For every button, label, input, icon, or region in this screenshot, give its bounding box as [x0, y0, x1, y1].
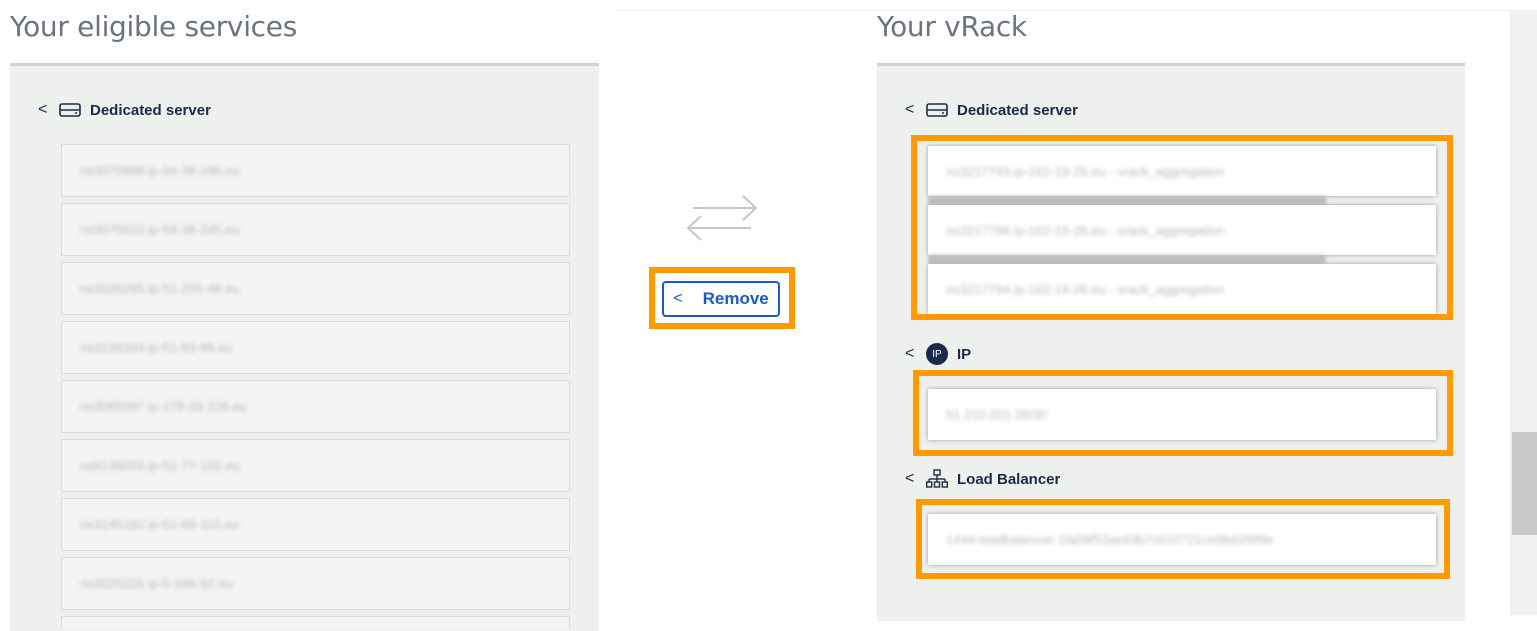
eligible-services-title: Your eligible services [10, 10, 297, 43]
list-item[interactable]: ns3065097.ip-178-33-226.eu [61, 380, 570, 433]
remove-button-label: Remove [702, 289, 769, 308]
group-label: IP [957, 345, 972, 363]
list-item-label: ns3026265.ip-51-255-48.eu [80, 281, 240, 296]
chevron-left-icon[interactable]: < [38, 101, 54, 119]
highlight-load-balancer [916, 499, 1450, 579]
transfer-arrows-icon [683, 188, 763, 248]
group-header-load-balancer[interactable]: < Load Balancer [905, 469, 1061, 488]
list-item-label: ns3145182.ip-51-68-115.eu [80, 517, 239, 532]
highlight-dedicated-servers [911, 135, 1453, 320]
chevron-left-icon[interactable]: < [905, 470, 921, 488]
list-item-label: ns3070868.ip-54-38-246.eu [80, 163, 240, 178]
chevron-left-icon: < [673, 290, 683, 307]
list-item[interactable]: ns3145182.ip-51-68-115.eu [61, 498, 570, 551]
list-item-label: ns3070022.ip-54-38-245.eu [80, 222, 240, 237]
list-item-label: ns3025226.ip-5-196-92.eu [80, 576, 233, 591]
scrollbar-thumb[interactable] [1512, 432, 1537, 535]
chevron-left-icon[interactable]: < [905, 101, 921, 119]
group-label: Dedicated server [90, 101, 211, 119]
remove-button[interactable]: < Remove [662, 281, 780, 317]
list-item-partial[interactable] [61, 616, 570, 628]
server-icon [925, 101, 949, 119]
group-header-ip[interactable]: < IP IP [905, 343, 972, 365]
list-item-label: ns6136059.ip-51-77-102.eu [80, 458, 240, 473]
group-label: Dedicated server [957, 101, 1078, 119]
list-item[interactable]: ns3136334.ip-51-83-96.eu [61, 321, 570, 374]
top-divider [615, 10, 1510, 11]
list-item[interactable]: ns3025226.ip-5-196-92.eu [61, 557, 570, 610]
list-item-label: ns3136334.ip-51-83-96.eu [80, 340, 233, 355]
ip-icon: IP [925, 343, 949, 365]
highlight-ip [913, 370, 1453, 456]
server-icon [58, 101, 82, 119]
list-item[interactable]: ns3070868.ip-54-38-246.eu [61, 144, 570, 197]
group-header-dedicated-server[interactable]: < Dedicated server [38, 101, 211, 119]
group-label: Load Balancer [957, 470, 1061, 488]
chevron-left-icon[interactable]: < [905, 345, 921, 363]
load-balancer-icon [925, 469, 949, 488]
vrack-title: Your vRack [877, 10, 1027, 43]
list-item[interactable]: ns3026265.ip-51-255-48.eu [61, 262, 570, 315]
group-header-dedicated-server[interactable]: < Dedicated server [905, 101, 1078, 119]
list-item[interactable]: ns3070022.ip-54-38-245.eu [61, 203, 570, 256]
list-item[interactable]: ns6136059.ip-51-77-102.eu [61, 439, 570, 492]
list-item-label: ns3065097.ip-178-33-226.eu [80, 399, 247, 414]
